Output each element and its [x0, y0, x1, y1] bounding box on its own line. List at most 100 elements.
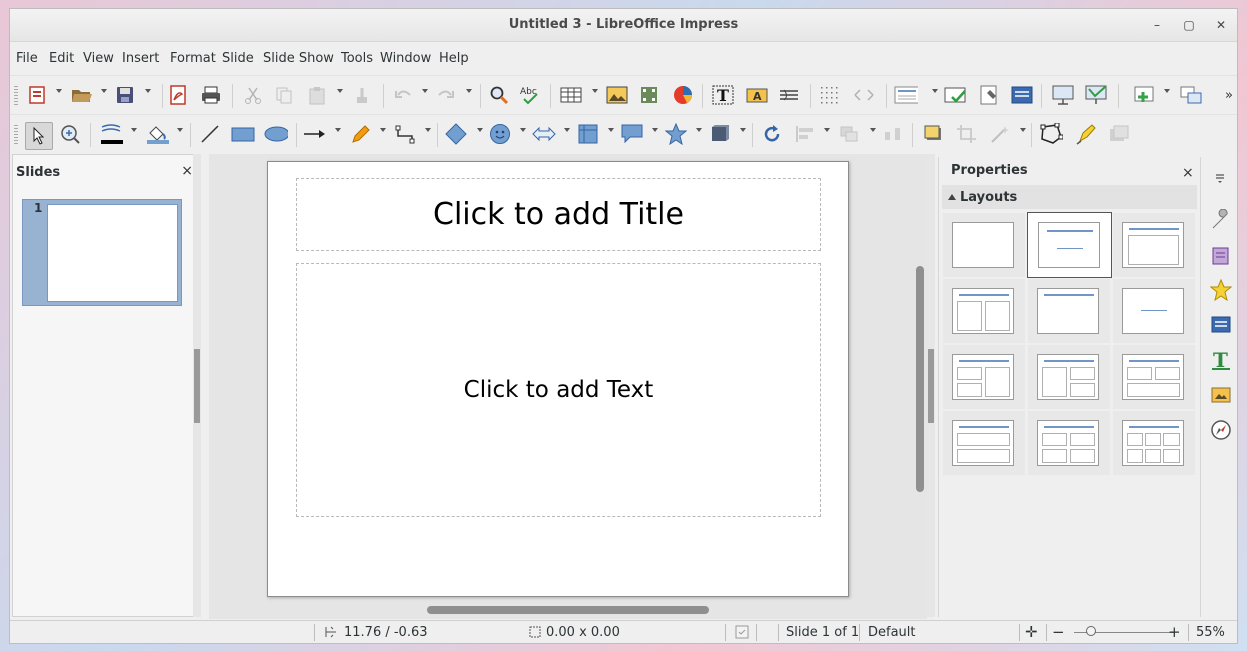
left-splitter[interactable]	[193, 154, 201, 617]
line-color-icon[interactable]	[99, 123, 123, 145]
properties-close-icon[interactable]: ×	[1182, 165, 1194, 181]
curve-dropdown-icon[interactable]	[380, 128, 386, 132]
slide-canvas[interactable]: Click to add Title Click to add Text	[267, 161, 849, 597]
glue-points-icon[interactable]	[1073, 123, 1097, 145]
star-shapes-icon[interactable]	[664, 123, 688, 145]
crop-icon[interactable]	[955, 123, 979, 145]
basic-shapes-icon[interactable]	[444, 123, 468, 145]
paste-icon[interactable]	[305, 84, 329, 106]
insert-table-icon[interactable]	[559, 84, 583, 106]
helplines-icon[interactable]	[852, 84, 876, 106]
right-splitter[interactable]	[927, 154, 935, 617]
table-dropdown-icon[interactable]	[592, 89, 598, 93]
slide-thumbnail-page[interactable]	[47, 204, 178, 302]
insert-image-icon[interactable]	[605, 84, 629, 106]
3d-objects-icon[interactable]	[707, 123, 731, 145]
basic-shapes-dropdown-icon[interactable]	[477, 128, 483, 132]
curve-tool-icon[interactable]	[348, 123, 372, 145]
animation-deck-icon[interactable]	[1209, 278, 1233, 302]
fill-color-dropdown-icon[interactable]	[177, 128, 183, 132]
start-current-slide-icon[interactable]	[1084, 84, 1108, 106]
points-icon[interactable]	[1039, 123, 1063, 145]
find-replace-icon[interactable]	[487, 84, 511, 106]
document-modified-icon[interactable]	[735, 625, 749, 643]
align-dropdown-icon[interactable]	[824, 128, 830, 132]
layout-title-4content[interactable]	[1028, 411, 1110, 475]
star-dropdown-icon[interactable]	[696, 128, 702, 132]
toolbar-grip-2[interactable]	[14, 125, 18, 145]
undo-icon[interactable]	[391, 84, 415, 106]
slide-transition-deck-icon[interactable]	[1210, 314, 1232, 336]
horizontal-scrollbar[interactable]	[427, 606, 709, 614]
minimize-button[interactable]: –	[1147, 15, 1167, 35]
maximize-button[interactable]: ▢	[1179, 15, 1199, 35]
vertical-scrollbar[interactable]	[916, 266, 924, 492]
callout-dropdown-icon[interactable]	[652, 128, 658, 132]
menu-file[interactable]: File	[16, 51, 38, 66]
new-slide-dropdown-icon[interactable]	[1164, 89, 1170, 93]
text-placeholder[interactable]: Click to add Text	[296, 263, 821, 517]
3d-dropdown-icon[interactable]	[740, 128, 746, 132]
print-icon[interactable]	[199, 84, 223, 106]
insert-media-icon[interactable]	[637, 84, 661, 106]
new-dropdown-icon[interactable]	[56, 89, 62, 93]
layout-title-content-over-content[interactable]	[943, 411, 1025, 475]
zoom-slider-knob[interactable]	[1086, 626, 1096, 636]
open-dropdown-icon[interactable]	[101, 89, 107, 93]
cut-icon[interactable]	[241, 84, 265, 106]
toolbar-grip[interactable]	[14, 86, 18, 106]
undo-dropdown-icon[interactable]	[422, 89, 428, 93]
filter-icon[interactable]	[988, 123, 1012, 145]
menu-help[interactable]: Help	[439, 51, 469, 66]
paste-dropdown-icon[interactable]	[337, 89, 343, 93]
show-grid-icon[interactable]	[818, 84, 842, 106]
export-pdf-icon[interactable]	[166, 84, 190, 106]
new-document-icon[interactable]	[25, 84, 49, 106]
menu-window[interactable]: Window	[380, 51, 431, 66]
zoom-level[interactable]: 55%	[1196, 625, 1225, 640]
fill-color-icon[interactable]	[145, 123, 169, 145]
close-window-button[interactable]: ✕	[1211, 15, 1231, 35]
zoom-out-button[interactable]: −	[1052, 623, 1065, 641]
layout-title-two-content[interactable]	[943, 279, 1025, 343]
sidebar-menu-icon[interactable]	[1209, 169, 1231, 191]
select-tool-icon[interactable]	[25, 122, 53, 150]
styles-deck-icon[interactable]: T	[1210, 348, 1232, 372]
block-arrows-dropdown-icon[interactable]	[564, 128, 570, 132]
lines-arrows-dropdown-icon[interactable]	[335, 128, 341, 132]
layout-title-content[interactable]	[1113, 213, 1195, 277]
connector-dropdown-icon[interactable]	[425, 128, 431, 132]
slides-pane-close-icon[interactable]: ×	[181, 163, 193, 179]
distribute-icon[interactable]	[881, 123, 905, 145]
layout-dropdown-icon[interactable]	[932, 89, 938, 93]
start-slideshow-icon[interactable]	[1051, 84, 1075, 106]
insert-chart-icon[interactable]	[671, 84, 695, 106]
layout-blank[interactable]	[943, 213, 1025, 277]
rotate-icon[interactable]	[760, 123, 784, 145]
layouts-section-header[interactable]: Layouts	[942, 185, 1197, 209]
line-tool-icon[interactable]	[198, 123, 222, 145]
flowchart-dropdown-icon[interactable]	[608, 128, 614, 132]
gallery-deck-icon[interactable]	[1210, 383, 1232, 405]
new-slide-icon[interactable]	[1131, 84, 1155, 106]
arrange-dropdown-icon[interactable]	[870, 128, 876, 132]
redo-icon[interactable]	[434, 84, 458, 106]
layout-title-slide[interactable]	[1027, 212, 1112, 278]
master-page-name[interactable]: Default	[868, 625, 916, 640]
save-dropdown-icon[interactable]	[145, 89, 151, 93]
flowchart-icon[interactable]	[576, 123, 600, 145]
zoom-in-button[interactable]: +	[1168, 623, 1181, 641]
title-placeholder[interactable]: Click to add Title	[296, 178, 821, 251]
menu-view[interactable]: View	[83, 51, 114, 66]
open-folder-icon[interactable]	[69, 84, 93, 106]
ellipse-tool-icon[interactable]	[264, 123, 288, 145]
save-icon[interactable]	[113, 84, 137, 106]
rectangle-tool-icon[interactable]	[231, 123, 255, 145]
special-character-icon[interactable]	[777, 84, 801, 106]
filter-dropdown-icon[interactable]	[1020, 128, 1026, 132]
layout-centered-text[interactable]	[1113, 279, 1195, 343]
insert-textbox-icon[interactable]: T	[711, 84, 735, 106]
layout-title-2content-over-content[interactable]	[1113, 345, 1195, 409]
menu-slide[interactable]: Slide	[222, 51, 254, 66]
layout-title-content-2content[interactable]	[1028, 345, 1110, 409]
